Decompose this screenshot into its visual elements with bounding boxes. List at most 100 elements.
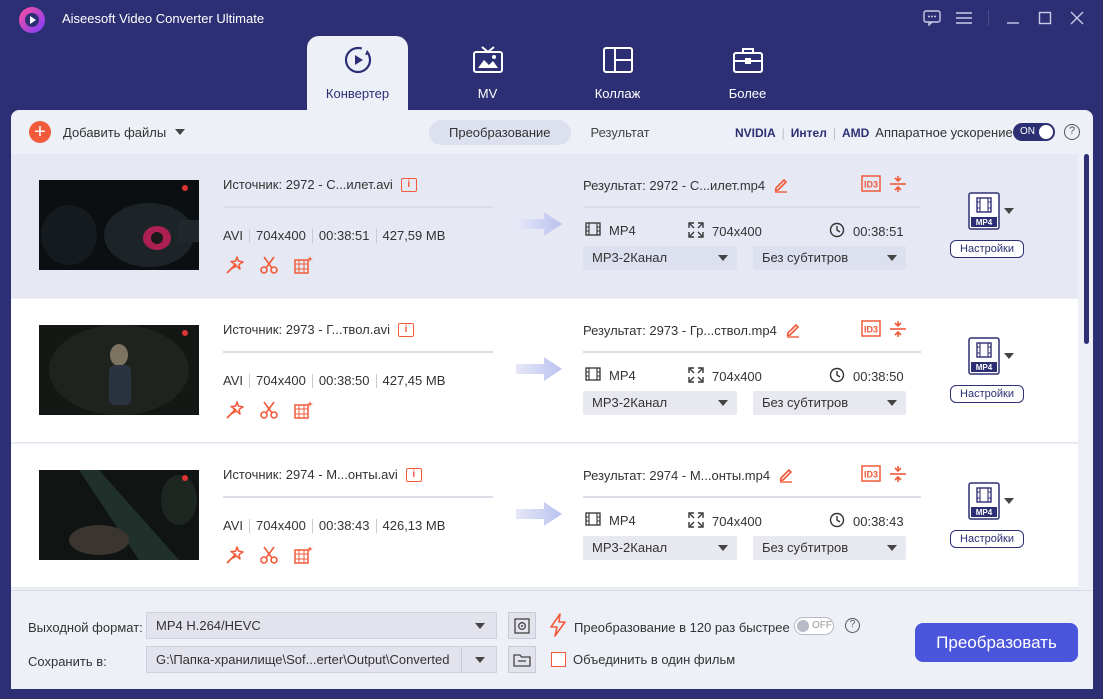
convert-all-button[interactable]: Преобразовать <box>915 623 1078 662</box>
enhance-icon[interactable] <box>293 400 313 420</box>
output-format-icon[interactable]: MP4 <box>968 192 1000 230</box>
converter-icon <box>342 45 374 75</box>
source-filename: Источник: 2973 - Г...твол.avi <box>223 322 390 337</box>
view-switch: Преобразование Результат <box>429 120 670 145</box>
close-icon[interactable] <box>1065 8 1089 28</box>
settings-button[interactable]: Настройки <box>950 530 1024 548</box>
tab-converter[interactable]: Конвертер <box>307 36 408 110</box>
output-format-icon[interactable]: MP4 <box>968 337 1000 375</box>
source-format: AVI <box>223 518 243 533</box>
output-format-icon[interactable]: MP4 <box>968 482 1000 520</box>
info-icon[interactable]: i <box>405 467 422 482</box>
output-duration: 00:38:43 <box>853 514 904 529</box>
id3-tag-icon[interactable]: ID3 <box>861 465 881 482</box>
file-row[interactable]: Источник: 2974 - М...онты.avi i AVI 704x… <box>11 444 1078 588</box>
magic-wand-icon[interactable] <box>225 545 245 565</box>
edit-pencil-icon[interactable] <box>773 177 789 193</box>
merge-checkbox[interactable]: Объединить в один фильм <box>551 652 735 667</box>
help-icon[interactable]: ? <box>845 618 860 633</box>
source-meta: AVI 704x400 00:38:51 427,59 MB <box>223 228 445 243</box>
result-filename: Результат: 2974 - М...онты.mp4 <box>583 467 771 483</box>
edit-pencil-icon[interactable] <box>785 322 801 338</box>
add-files-icon[interactable]: + <box>29 121 51 143</box>
id3-tag-icon[interactable]: ID3 <box>861 320 881 337</box>
fast-conversion-toggle[interactable]: OFF <box>794 617 834 635</box>
audio-track-select[interactable]: MP3-2Канал <box>583 391 737 415</box>
tab-result[interactable]: Результат <box>571 120 670 145</box>
arrow-right-icon <box>516 355 564 383</box>
tab-mv[interactable]: MV <box>437 36 538 110</box>
svg-text:ID3: ID3 <box>864 180 878 190</box>
format-dropdown-icon[interactable] <box>1004 208 1014 214</box>
output-resolution: 704x400 <box>712 224 762 239</box>
source-meta: AVI 704x400 00:38:50 427,45 MB <box>223 373 445 388</box>
edit-pencil-icon[interactable] <box>778 467 794 483</box>
subtitle-select[interactable]: Без субтитров <box>753 391 906 415</box>
subtitle-select[interactable]: Без субтитров <box>753 246 906 270</box>
open-folder-button[interactable] <box>508 646 536 673</box>
menu-icon[interactable] <box>952 8 976 28</box>
tab-converting[interactable]: Преобразование <box>429 120 571 145</box>
film-icon <box>585 367 609 384</box>
tab-more[interactable]: Более <box>697 36 798 110</box>
magic-wand-icon[interactable] <box>225 400 245 420</box>
scrollbar[interactable] <box>1084 154 1089 344</box>
maximize-icon[interactable] <box>1033 8 1057 28</box>
source-resolution: 704x400 <box>256 518 306 533</box>
save-to-select[interactable]: G:\Папка-хранилище\Sof...erter\Output\Co… <box>146 646 497 673</box>
clock-icon <box>829 222 853 241</box>
nvidia-label: NVIDIA <box>735 125 776 140</box>
format-dropdown-icon[interactable] <box>1004 353 1014 359</box>
scissors-icon[interactable] <box>259 400 279 420</box>
id3-tag-icon[interactable]: ID3 <box>861 175 881 192</box>
audio-track-select[interactable]: MP3-2Канал <box>583 536 737 560</box>
info-icon[interactable]: i <box>400 177 417 192</box>
add-files-dropdown-icon[interactable] <box>175 129 185 135</box>
minimize-icon[interactable] <box>1001 8 1025 28</box>
info-icon[interactable]: i <box>397 322 414 337</box>
output-resolution: 704x400 <box>712 514 762 529</box>
settings-button[interactable]: Настройки <box>950 240 1024 258</box>
intel-label: Интел <box>790 125 827 140</box>
video-thumbnail[interactable] <box>39 325 199 415</box>
output-format-select[interactable]: MP4 H.264/HEVC <box>146 612 497 639</box>
enhance-icon[interactable] <box>293 255 313 275</box>
subtitle-select[interactable]: Без субтитров <box>753 536 906 560</box>
video-thumbnail[interactable] <box>39 470 199 560</box>
converter-panel: + Добавить файлы Преобразование Результа… <box>11 110 1093 590</box>
arrow-right-icon <box>516 210 564 238</box>
scissors-icon[interactable] <box>259 255 279 275</box>
svg-text:ID3: ID3 <box>864 325 878 335</box>
format-badge: MP4 <box>975 363 993 372</box>
compress-icon[interactable] <box>889 465 907 483</box>
add-files-button[interactable]: Добавить файлы <box>63 125 166 140</box>
enhance-icon[interactable] <box>293 545 313 565</box>
format-settings-button[interactable] <box>508 612 536 639</box>
scissors-icon[interactable] <box>259 545 279 565</box>
help-icon[interactable]: ? <box>1064 124 1080 140</box>
file-list: Источник: 2972 - С...илет.avi i AVI 704x… <box>11 154 1078 590</box>
audio-track-select[interactable]: MP3-2Канал <box>583 246 737 270</box>
tab-label: Конвертер <box>325 86 390 101</box>
subtitle-value: Без субтитров <box>762 540 849 555</box>
file-row[interactable]: Источник: 2972 - С...илет.avi i AVI 704x… <box>11 154 1078 298</box>
svg-text:ID3: ID3 <box>864 470 878 480</box>
feedback-icon[interactable] <box>920 8 944 28</box>
clock-icon <box>829 512 853 531</box>
magic-wand-icon[interactable] <box>225 255 245 275</box>
subtitle-value: Без субтитров <box>762 250 849 265</box>
source-size: 427,59 MB <box>382 228 446 243</box>
file-row[interactable]: Источник: 2973 - Г...твол.avi i AVI 704x… <box>11 299 1078 443</box>
output-format-label: Выходной формат: <box>28 620 143 635</box>
compress-icon[interactable] <box>889 175 907 193</box>
video-thumbnail[interactable] <box>39 180 199 270</box>
compress-icon[interactable] <box>889 320 907 338</box>
tab-collage[interactable]: Коллаж <box>567 36 668 110</box>
source-meta: AVI 704x400 00:38:43 426,13 MB <box>223 518 445 533</box>
source-duration: 00:38:43 <box>318 518 370 533</box>
resolution-icon <box>688 367 712 386</box>
hw-acceleration-toggle[interactable]: ON <box>1013 123 1055 141</box>
format-dropdown-icon[interactable] <box>1004 498 1014 504</box>
result-filename: Результат: 2972 - С...илет.mp4 <box>583 177 766 193</box>
settings-button[interactable]: Настройки <box>950 385 1024 403</box>
